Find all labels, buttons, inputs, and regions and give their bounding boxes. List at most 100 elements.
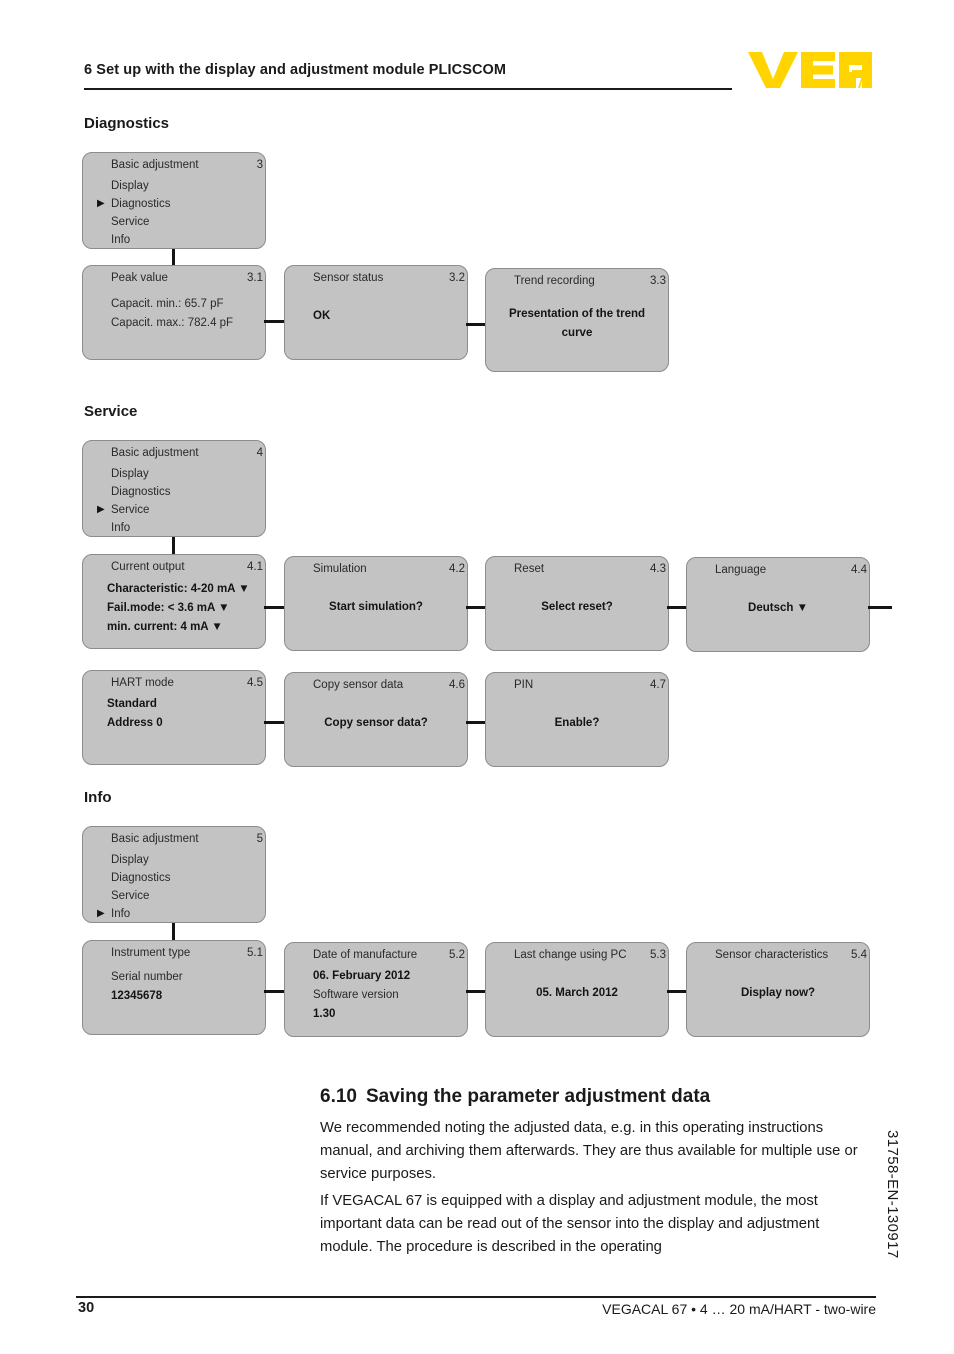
box-title: Current output xyxy=(111,561,185,573)
box-header: HART mode 4.5 xyxy=(83,677,265,693)
box-title: Language xyxy=(715,564,767,576)
section-title-info: Info xyxy=(84,789,112,806)
detail-box-5-2[interactable]: Date of manufacture 5.2 06. February 201… xyxy=(284,942,468,1037)
box-line: Capacit. min.: 65.7 pF xyxy=(111,298,224,310)
caret-right-icon: ▶ xyxy=(97,908,105,919)
menu-box-diagnostics-root[interactable]: Basic adjustment 3 Display ▶ Diagnostics … xyxy=(82,152,266,249)
box-line: Fail.mode: < 3.6 mA ▼ xyxy=(107,602,230,614)
connector-horizontal xyxy=(264,320,286,323)
box-header: Language 4.4 xyxy=(687,564,869,580)
footer-product-name: VEGACAL 67 • 4 … 20 mA/HART - two-wire xyxy=(602,1301,876,1317)
caret-right-icon: ▶ xyxy=(97,198,105,209)
detail-box-4-3[interactable]: Reset 4.3 Select reset? xyxy=(485,556,669,651)
menu-item-selected[interactable]: ▶ Service xyxy=(97,501,259,519)
box-title: Basic adjustment xyxy=(111,833,199,845)
box-title: PIN xyxy=(514,679,534,691)
section-heading-6-10: 6.10 Saving the parameter adjustment data xyxy=(320,1086,880,1108)
box-line: Standard xyxy=(107,698,157,710)
box-body: Serial number 12345678 xyxy=(111,968,259,1006)
detail-box-4-1[interactable]: Current output 4.1 Characteristic: 4-20 … xyxy=(82,554,266,649)
box-header: Basic adjustment 5 xyxy=(83,833,265,849)
menu-item-selected[interactable]: ▶ Info xyxy=(97,905,259,922)
vega-logo xyxy=(748,50,872,90)
box-line: 12345678 xyxy=(111,990,163,1002)
paragraph-2: If VEGACAL 67 is equipped with a display… xyxy=(320,1193,820,1255)
box-title: Reset xyxy=(514,563,545,575)
box-number: 5.1 xyxy=(247,947,263,959)
menu-item[interactable]: Display xyxy=(111,851,259,869)
menu-item[interactable]: Service xyxy=(111,887,259,905)
box-header: Sensor characteristics 5.4 xyxy=(687,949,869,965)
menu-box-service-root[interactable]: Basic adjustment 4 Display Diagnostics ▶… xyxy=(82,440,266,537)
detail-box-3-2[interactable]: Sensor status 3.2 OK xyxy=(284,265,468,360)
detail-box-5-4[interactable]: Sensor characteristics 5.4 Display now? xyxy=(686,942,870,1037)
menu-item[interactable]: Display xyxy=(111,465,259,483)
box-title: Basic adjustment xyxy=(111,447,199,459)
connector-vertical xyxy=(172,923,175,941)
box-body: Standard Address 0 xyxy=(107,695,259,733)
detail-box-3-3[interactable]: Trend recording 3.3 Presentation of the … xyxy=(485,268,669,372)
box-number: 4.6 xyxy=(449,679,465,691)
menu-item[interactable]: Diagnostics xyxy=(111,483,259,501)
menu-item[interactable]: Info xyxy=(111,519,259,536)
box-number: 4.5 xyxy=(247,677,263,689)
box-header: Reset 4.3 xyxy=(486,563,668,579)
box-body: Start simulation? xyxy=(293,598,459,617)
box-header: Basic adjustment 4 xyxy=(83,447,265,463)
menu-item-label: Diagnostics xyxy=(111,872,171,884)
box-title: Sensor status xyxy=(313,272,384,284)
menu-list: Display ▶ Diagnostics Service Info xyxy=(97,177,259,248)
menu-item-label: Info xyxy=(111,522,131,534)
box-line: Address 0 xyxy=(107,717,163,729)
box-line: 06. February 2012 xyxy=(313,970,411,982)
menu-box-info-root[interactable]: Basic adjustment 5 Display Diagnostics S… xyxy=(82,826,266,923)
box-header: Sensor status 3.2 xyxy=(285,272,467,288)
detail-box-4-7[interactable]: PIN 4.7 Enable? xyxy=(485,672,669,767)
document-number-vertical: 31758-EN-130917 xyxy=(884,1130,901,1259)
detail-box-3-1[interactable]: Peak value 3.1 Capacit. min.: 65.7 pF Ca… xyxy=(82,265,266,360)
box-title: Trend recording xyxy=(514,275,595,287)
menu-item[interactable]: Display xyxy=(111,177,259,195)
menu-list: Display Diagnostics Service ▶ Info xyxy=(97,851,259,922)
detail-box-4-5[interactable]: HART mode 4.5 Standard Address 0 xyxy=(82,670,266,765)
detail-box-4-2[interactable]: Simulation 4.2 Start simulation? xyxy=(284,556,468,651)
box-header: Copy sensor data 4.6 xyxy=(285,679,467,695)
box-body: Characteristic: 4-20 mA ▼ Fail.mode: < 3… xyxy=(107,580,259,637)
box-title: Simulation xyxy=(313,563,367,575)
box-body: 06. February 2012 Software version 1.30 xyxy=(313,967,461,1024)
box-number: 3.3 xyxy=(650,275,666,287)
box-title: Copy sensor data xyxy=(313,679,404,691)
box-title: Peak value xyxy=(111,272,168,284)
menu-item-label: Service xyxy=(111,890,150,902)
box-line: Serial number xyxy=(111,971,183,983)
menu-item-label: Display xyxy=(111,468,149,480)
box-number: 4.1 xyxy=(247,561,263,573)
box-body: Capacit. min.: 65.7 pF Capacit. max.: 78… xyxy=(111,295,259,333)
menu-item-label: Diagnostics xyxy=(111,198,171,210)
menu-item[interactable]: Diagnostics xyxy=(111,869,259,887)
heading-text: Saving the parameter adjustment data xyxy=(366,1086,711,1107)
menu-item-label: Service xyxy=(111,504,150,516)
menu-item[interactable]: Service xyxy=(111,213,259,231)
box-number: 5.2 xyxy=(449,949,465,961)
detail-box-5-3[interactable]: Last change using PC 5.3 05. March 2012 xyxy=(485,942,669,1037)
box-header: Last change using PC 5.3 xyxy=(486,949,668,965)
menu-item[interactable]: Info xyxy=(111,231,259,248)
section-title-diagnostics: Diagnostics xyxy=(84,115,170,132)
menu-item-selected[interactable]: ▶ Diagnostics xyxy=(97,195,259,213)
box-header: Instrument type 5.1 xyxy=(83,947,265,963)
footer-divider xyxy=(76,1296,876,1298)
paragraph-1: We recommended noting the adjusted data,… xyxy=(320,1120,858,1182)
detail-box-5-1[interactable]: Instrument type 5.1 Serial number 123456… xyxy=(82,940,266,1035)
connector-horizontal-continuation xyxy=(868,606,892,609)
box-number: 4.2 xyxy=(449,563,465,575)
header-divider xyxy=(84,88,732,90)
box-title: HART mode xyxy=(111,677,174,689)
detail-box-4-6[interactable]: Copy sensor data 4.6 Copy sensor data? xyxy=(284,672,468,767)
detail-box-4-4[interactable]: Language 4.4 Deutsch ▼ xyxy=(686,557,870,652)
box-line: Start simulation? xyxy=(329,601,423,613)
box-number: 4.4 xyxy=(851,564,867,576)
page-number: 30 xyxy=(78,1300,95,1316)
page-header: 6 Set up with the display and adjustment… xyxy=(84,62,732,78)
box-line: Characteristic: 4-20 mA ▼ xyxy=(107,583,250,595)
